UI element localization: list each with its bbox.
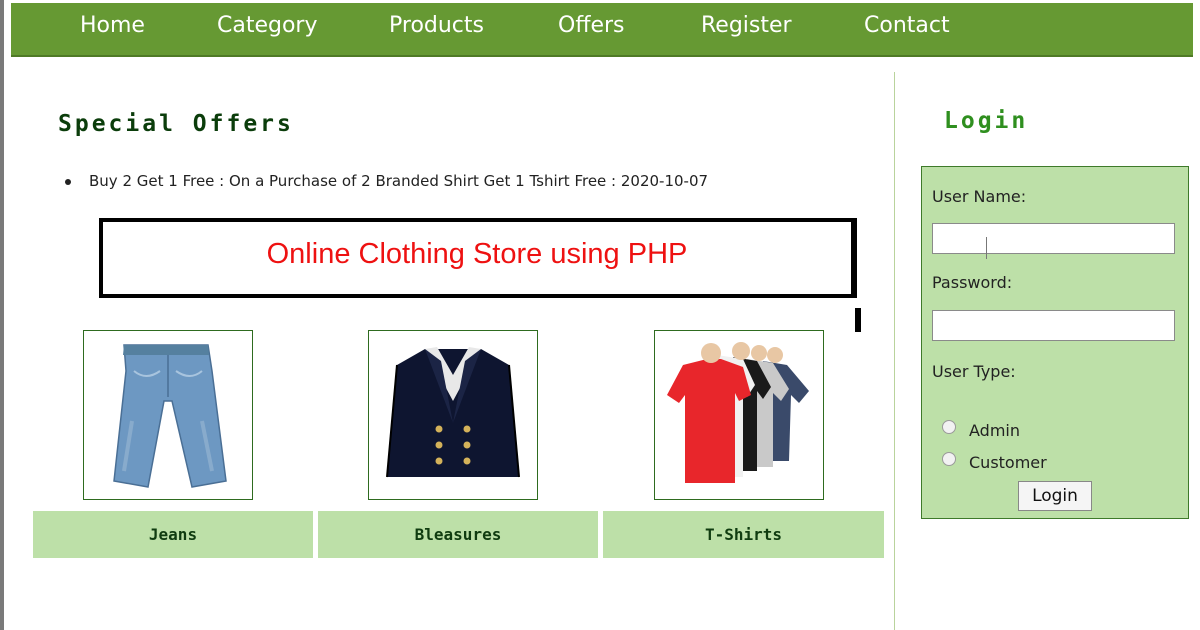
offer-item: Buy 2 Get 1 Free : On a Purchase of 2 Br…: [89, 172, 709, 190]
admin-radio-label: Admin: [969, 421, 1020, 440]
password-input[interactable]: [932, 310, 1175, 341]
nav-contact[interactable]: Contact: [864, 3, 950, 55]
category-tshirts[interactable]: T-Shirts: [603, 511, 884, 558]
window-edge: [0, 0, 4, 630]
blazer-icon: [386, 347, 520, 478]
password-label: Password:: [932, 273, 1013, 292]
column-divider: [894, 72, 895, 630]
username-label: User Name:: [932, 187, 1027, 206]
banner-text: Online Clothing Store using PHP: [266, 238, 688, 270]
nav-home[interactable]: Home: [80, 3, 145, 55]
customer-radio[interactable]: [942, 452, 956, 466]
blazer-image[interactable]: [368, 330, 538, 500]
nav-register[interactable]: Register: [701, 3, 792, 55]
admin-radio[interactable]: [942, 420, 956, 434]
customer-radio-label: Customer: [969, 453, 1047, 472]
bullet-icon: [65, 179, 71, 185]
nav-offers[interactable]: Offers: [558, 3, 625, 55]
jeans-image[interactable]: [83, 330, 253, 500]
tshirts-icon: [667, 342, 809, 483]
login-button[interactable]: Login: [1018, 481, 1092, 511]
login-heading: Login: [944, 108, 1029, 134]
nav-products[interactable]: Products: [389, 3, 484, 55]
banner-edge: [855, 308, 861, 332]
offers-list: Buy 2 Get 1 Free : On a Purchase of 2 Br…: [65, 172, 869, 190]
username-input[interactable]: [932, 223, 1175, 254]
text-cursor: [986, 237, 987, 259]
category-bleasures[interactable]: Bleasures: [318, 511, 598, 558]
usertype-label: User Type:: [932, 362, 1016, 381]
login-form: User Name: Password: User Type: Admin Cu…: [921, 166, 1189, 519]
top-nav: Home Category Products Offers Register C…: [11, 3, 1193, 57]
jeans-icon: [113, 344, 227, 488]
category-jeans[interactable]: Jeans: [33, 511, 313, 558]
special-offers-heading: Special Offers: [58, 111, 294, 137]
tshirts-image[interactable]: [654, 330, 824, 500]
nav-category[interactable]: Category: [217, 3, 318, 55]
marquee-banner: Online Clothing Store using PHP: [99, 218, 857, 298]
